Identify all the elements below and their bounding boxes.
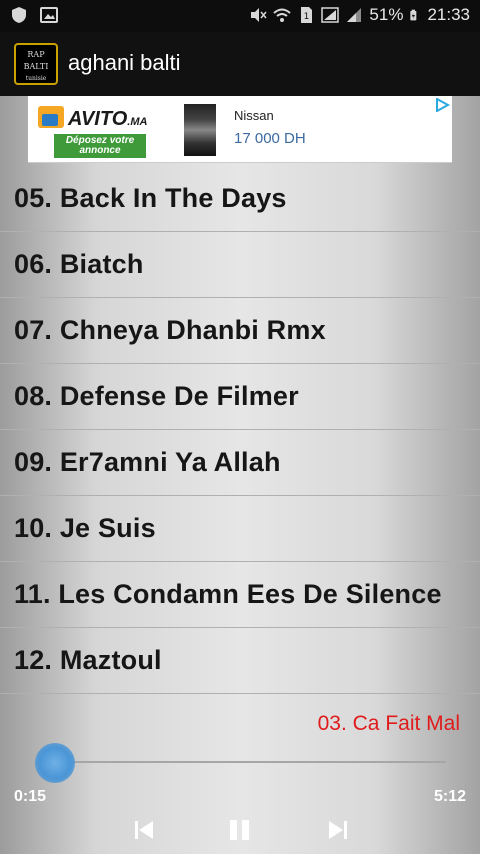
ad-box-icon-front [42,114,58,126]
previous-icon [135,821,153,839]
app-logo: RAP BALTI tunisie [14,43,58,85]
battery-percent: 51% [369,5,404,24]
next-icon [329,821,347,839]
track-item[interactable]: 11. Les Condamn Ees De Silence [0,562,480,628]
image-icon [40,7,58,23]
ad-brand-tld: .MA [127,116,148,128]
track-item[interactable]: 07. Chneya Dhanbi Rmx [0,298,480,364]
clock: 21:33 [427,5,470,24]
app-logo-line: RAP [27,50,45,59]
now-playing-title: 03. Ca Fait Mal [317,712,460,735]
seek-bar[interactable] [38,761,446,763]
track-item[interactable]: 06. Biatch [0,232,480,298]
battery-icon [410,9,417,21]
total-time: 5:12 [433,788,466,805]
sim-icon: 1 [301,7,313,23]
ad-deposer-button[interactable]: Déposez votre annonce [54,134,146,158]
current-time: 0:15 [14,788,47,805]
pause-button[interactable] [226,816,254,844]
ad-item: Nissan [234,108,274,123]
svg-text:1: 1 [304,12,310,22]
ad-brand-name: AVITO [68,108,128,130]
ad-banner[interactable]: AVITO.MA Déposez votre annonce Nissan 17… [28,96,452,163]
seek-thumb[interactable] [35,743,75,783]
app-logo-line: BALTI [23,62,49,71]
app-bar: RAP BALTI tunisie aghani balti [0,32,480,96]
app-logo-line: tunisie [25,75,47,82]
signal-icon [321,7,340,23]
app-title: aghani balti [68,50,181,75]
ad-brand-logo: AVITO.MA Déposez votre annonce [36,102,176,158]
next-button[interactable] [324,816,352,844]
track-item[interactable]: 05. Back In The Days [0,166,480,232]
pause-icon [230,820,249,840]
status-bar: 1 51% 21:33 [0,0,480,32]
wifi-icon [273,8,292,22]
track-item[interactable]: 12. Maztoul [0,628,480,694]
signal-bars-icon [347,8,362,22]
ad-thumbnail [184,104,216,156]
track-item[interactable]: 08. Defense De Filmer [0,364,480,430]
track-item[interactable]: 10. Je Suis [0,496,480,562]
track-list: 05. Back In The Days 06. Biatch 07. Chne… [0,166,480,694]
ad-price: 17 000 DH [234,130,306,147]
ad-choices-icon[interactable] [434,98,450,112]
mute-icon [251,8,267,22]
track-item[interactable]: 09. Er7amni Ya Allah [0,430,480,496]
shield-icon [12,7,26,23]
previous-button[interactable] [130,816,158,844]
